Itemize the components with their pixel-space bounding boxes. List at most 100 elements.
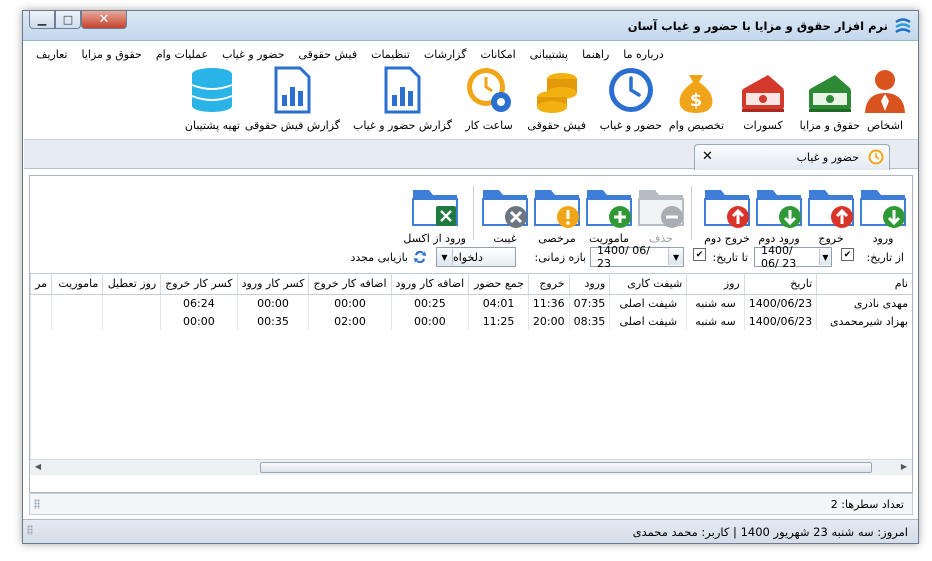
table-cell[interactable]: 1400/06/23 bbox=[743, 312, 817, 330]
menu-support[interactable]: پشتیبانی bbox=[523, 48, 575, 61]
table-cell[interactable] bbox=[102, 294, 161, 312]
table-cell[interactable]: 11:36 bbox=[527, 294, 570, 312]
main-window: ▁ □ ✕ نرم افزار حقوق و مزایا با حضور و غ… bbox=[22, 10, 919, 544]
mission-button[interactable]: ماموریت bbox=[584, 182, 634, 245]
column-header[interactable]: کسر کار ورود bbox=[236, 274, 309, 295]
close-button[interactable]: ✕ bbox=[81, 11, 127, 29]
column-header[interactable]: ماموریت bbox=[51, 274, 103, 295]
table-cell[interactable]: سه شنبه bbox=[686, 312, 745, 330]
table-cell[interactable]: 00:25 bbox=[390, 294, 469, 312]
table-cell[interactable] bbox=[30, 294, 52, 312]
svg-text:$: $ bbox=[690, 90, 703, 111]
menu-salary[interactable]: حقوق و مزایا bbox=[74, 48, 148, 61]
column-header[interactable]: روز bbox=[686, 274, 745, 295]
column-header[interactable]: نام bbox=[816, 274, 912, 295]
ribbon-deductions-button[interactable]: کسورات bbox=[738, 65, 788, 132]
menu-about[interactable]: درباره ما bbox=[616, 48, 670, 61]
entry-button[interactable]: ورود bbox=[858, 182, 908, 245]
close-tab-icon[interactable]: ✕ bbox=[702, 149, 713, 164]
menu-reports[interactable]: گزارشات bbox=[417, 48, 474, 61]
table-cell[interactable]: 04:01 bbox=[468, 294, 529, 312]
scrollbar-thumb[interactable] bbox=[260, 462, 872, 473]
folder-down-green-icon bbox=[756, 190, 802, 228]
import-excel-button[interactable]: ورود از اکسل bbox=[403, 182, 466, 245]
to-date-checkbox[interactable]: ✔ bbox=[693, 248, 706, 261]
table-cell[interactable]: شیفت اصلی bbox=[609, 294, 687, 312]
table-cell[interactable]: 06:24 bbox=[160, 294, 237, 312]
table-cell[interactable]: 07:35 bbox=[568, 294, 610, 312]
table-cell[interactable]: 00:00 bbox=[236, 294, 309, 312]
range-select[interactable]: ▼ دلخواه bbox=[436, 247, 516, 267]
table-cell[interactable]: 08:35 bbox=[568, 312, 610, 330]
ribbon-payslip-report-button[interactable]: گزارش فیش حقوقی bbox=[245, 65, 340, 132]
column-header[interactable]: اضافه کار خروج bbox=[308, 274, 392, 295]
menu-definitions[interactable]: تعاریف bbox=[29, 48, 74, 61]
refresh-icon[interactable] bbox=[412, 249, 428, 265]
table-row[interactable]: مهدی نادری 1400/06/23 سه شنبه شیفت اصلی … bbox=[30, 294, 912, 312]
table-cell[interactable] bbox=[51, 294, 103, 312]
scroll-right-icon[interactable]: ▶ bbox=[898, 462, 910, 473]
folder-excel-icon bbox=[411, 190, 458, 226]
from-date-field[interactable]: 1400/ 06/ 23 ▼ bbox=[754, 244, 832, 270]
ribbon-worktime-button[interactable]: ساعت کار bbox=[464, 65, 514, 132]
maximize-button[interactable]: □ bbox=[55, 11, 81, 29]
horizontal-scrollbar[interactable]: ◀ ▶ bbox=[30, 459, 912, 475]
leave-button[interactable]: مرخصی bbox=[532, 182, 582, 245]
column-header[interactable]: روز تعطیل bbox=[102, 274, 161, 295]
column-header[interactable]: ورود bbox=[568, 274, 610, 295]
menu-settings[interactable]: تنظیمات bbox=[364, 48, 417, 61]
ribbon-salary-button[interactable]: حقوق و مزایا bbox=[800, 65, 860, 132]
table-cell[interactable]: مهدی نادری bbox=[816, 294, 912, 312]
minimize-button[interactable]: ▁ bbox=[29, 11, 55, 29]
table-cell[interactable]: سه شنبه bbox=[686, 294, 745, 312]
column-header[interactable]: شیفت کاری bbox=[609, 274, 687, 295]
table-cell[interactable] bbox=[30, 312, 52, 330]
menu-tools[interactable]: امکانات bbox=[474, 48, 523, 61]
column-header[interactable]: اضافه کار ورود bbox=[390, 274, 469, 295]
table-cell[interactable]: شیفت اصلی bbox=[609, 312, 687, 330]
from-date-checkbox[interactable]: ✔ bbox=[841, 248, 854, 261]
refresh-button[interactable]: بازیابی مجدد bbox=[350, 251, 408, 264]
column-header[interactable]: تاریخ bbox=[743, 274, 817, 295]
table-cell[interactable]: 00:00 bbox=[308, 294, 392, 312]
menu-payslip[interactable]: فیش حقوقی bbox=[292, 48, 365, 61]
menu-help[interactable]: راهنما bbox=[575, 48, 616, 61]
ribbon-persons-button[interactable]: اشخاص bbox=[860, 65, 910, 132]
chevron-down-icon[interactable]: ▼ bbox=[668, 249, 683, 265]
absence-button[interactable]: غیبت bbox=[480, 182, 530, 245]
ribbon-backup-button[interactable]: تهیه پشتیبان bbox=[185, 65, 240, 132]
ribbon-loan-button[interactable]: $ تخصیص وام bbox=[669, 65, 724, 132]
chevron-down-icon[interactable]: ▼ bbox=[818, 249, 831, 265]
money-deduction-icon bbox=[742, 75, 784, 112]
table-cell[interactable]: بهزاد شیرمحمدی bbox=[816, 312, 912, 330]
menu-loans[interactable]: عملیات وام bbox=[149, 48, 215, 61]
second-exit-button[interactable]: خروج دوم bbox=[702, 182, 752, 245]
table-cell[interactable]: 00:35 bbox=[236, 312, 309, 330]
coins-icon bbox=[536, 73, 577, 113]
ribbon-attendance-button[interactable]: حضور و غیاب bbox=[600, 65, 662, 132]
menu-attendance[interactable]: حضور و غیاب bbox=[215, 48, 291, 61]
second-entry-button[interactable]: ورود دوم bbox=[754, 182, 804, 245]
window-controls: ▁ □ ✕ bbox=[29, 11, 127, 29]
table-cell[interactable]: 20:00 bbox=[527, 312, 570, 330]
column-header[interactable]: کسر کار خروج bbox=[160, 274, 237, 295]
delete-button[interactable]: حذف bbox=[636, 182, 686, 245]
table-cell[interactable]: 02:00 bbox=[308, 312, 392, 330]
column-header[interactable]: جمع حضور bbox=[468, 274, 529, 295]
table-cell[interactable]: 00:00 bbox=[160, 312, 237, 330]
to-date-field[interactable]: 1400/ 06/ 23 ▼ bbox=[590, 244, 684, 270]
ribbon-payslip-button[interactable]: فیش حقوقی bbox=[527, 65, 586, 132]
column-header[interactable]: مر bbox=[30, 274, 52, 295]
column-header[interactable]: خروج bbox=[527, 274, 570, 295]
table-cell[interactable]: 00:00 bbox=[390, 312, 469, 330]
tab-attendance[interactable]: ✕ حضور و غیاب bbox=[694, 144, 890, 170]
table-cell[interactable]: 1400/06/23 bbox=[743, 294, 817, 312]
table-cell[interactable] bbox=[102, 312, 161, 330]
table-row[interactable]: بهزاد شیرمحمدی 1400/06/23 سه شنبه شیفت ا… bbox=[30, 312, 912, 330]
table-cell[interactable]: 11:25 bbox=[468, 312, 529, 330]
chevron-down-icon[interactable]: ▼ bbox=[437, 249, 453, 265]
scroll-left-icon[interactable]: ◀ bbox=[32, 462, 44, 473]
exit-button[interactable]: خروج bbox=[806, 182, 856, 245]
table-cell[interactable] bbox=[51, 312, 103, 330]
ribbon-attendance-report-button[interactable]: گزارش حضور و غیاب bbox=[353, 65, 452, 132]
